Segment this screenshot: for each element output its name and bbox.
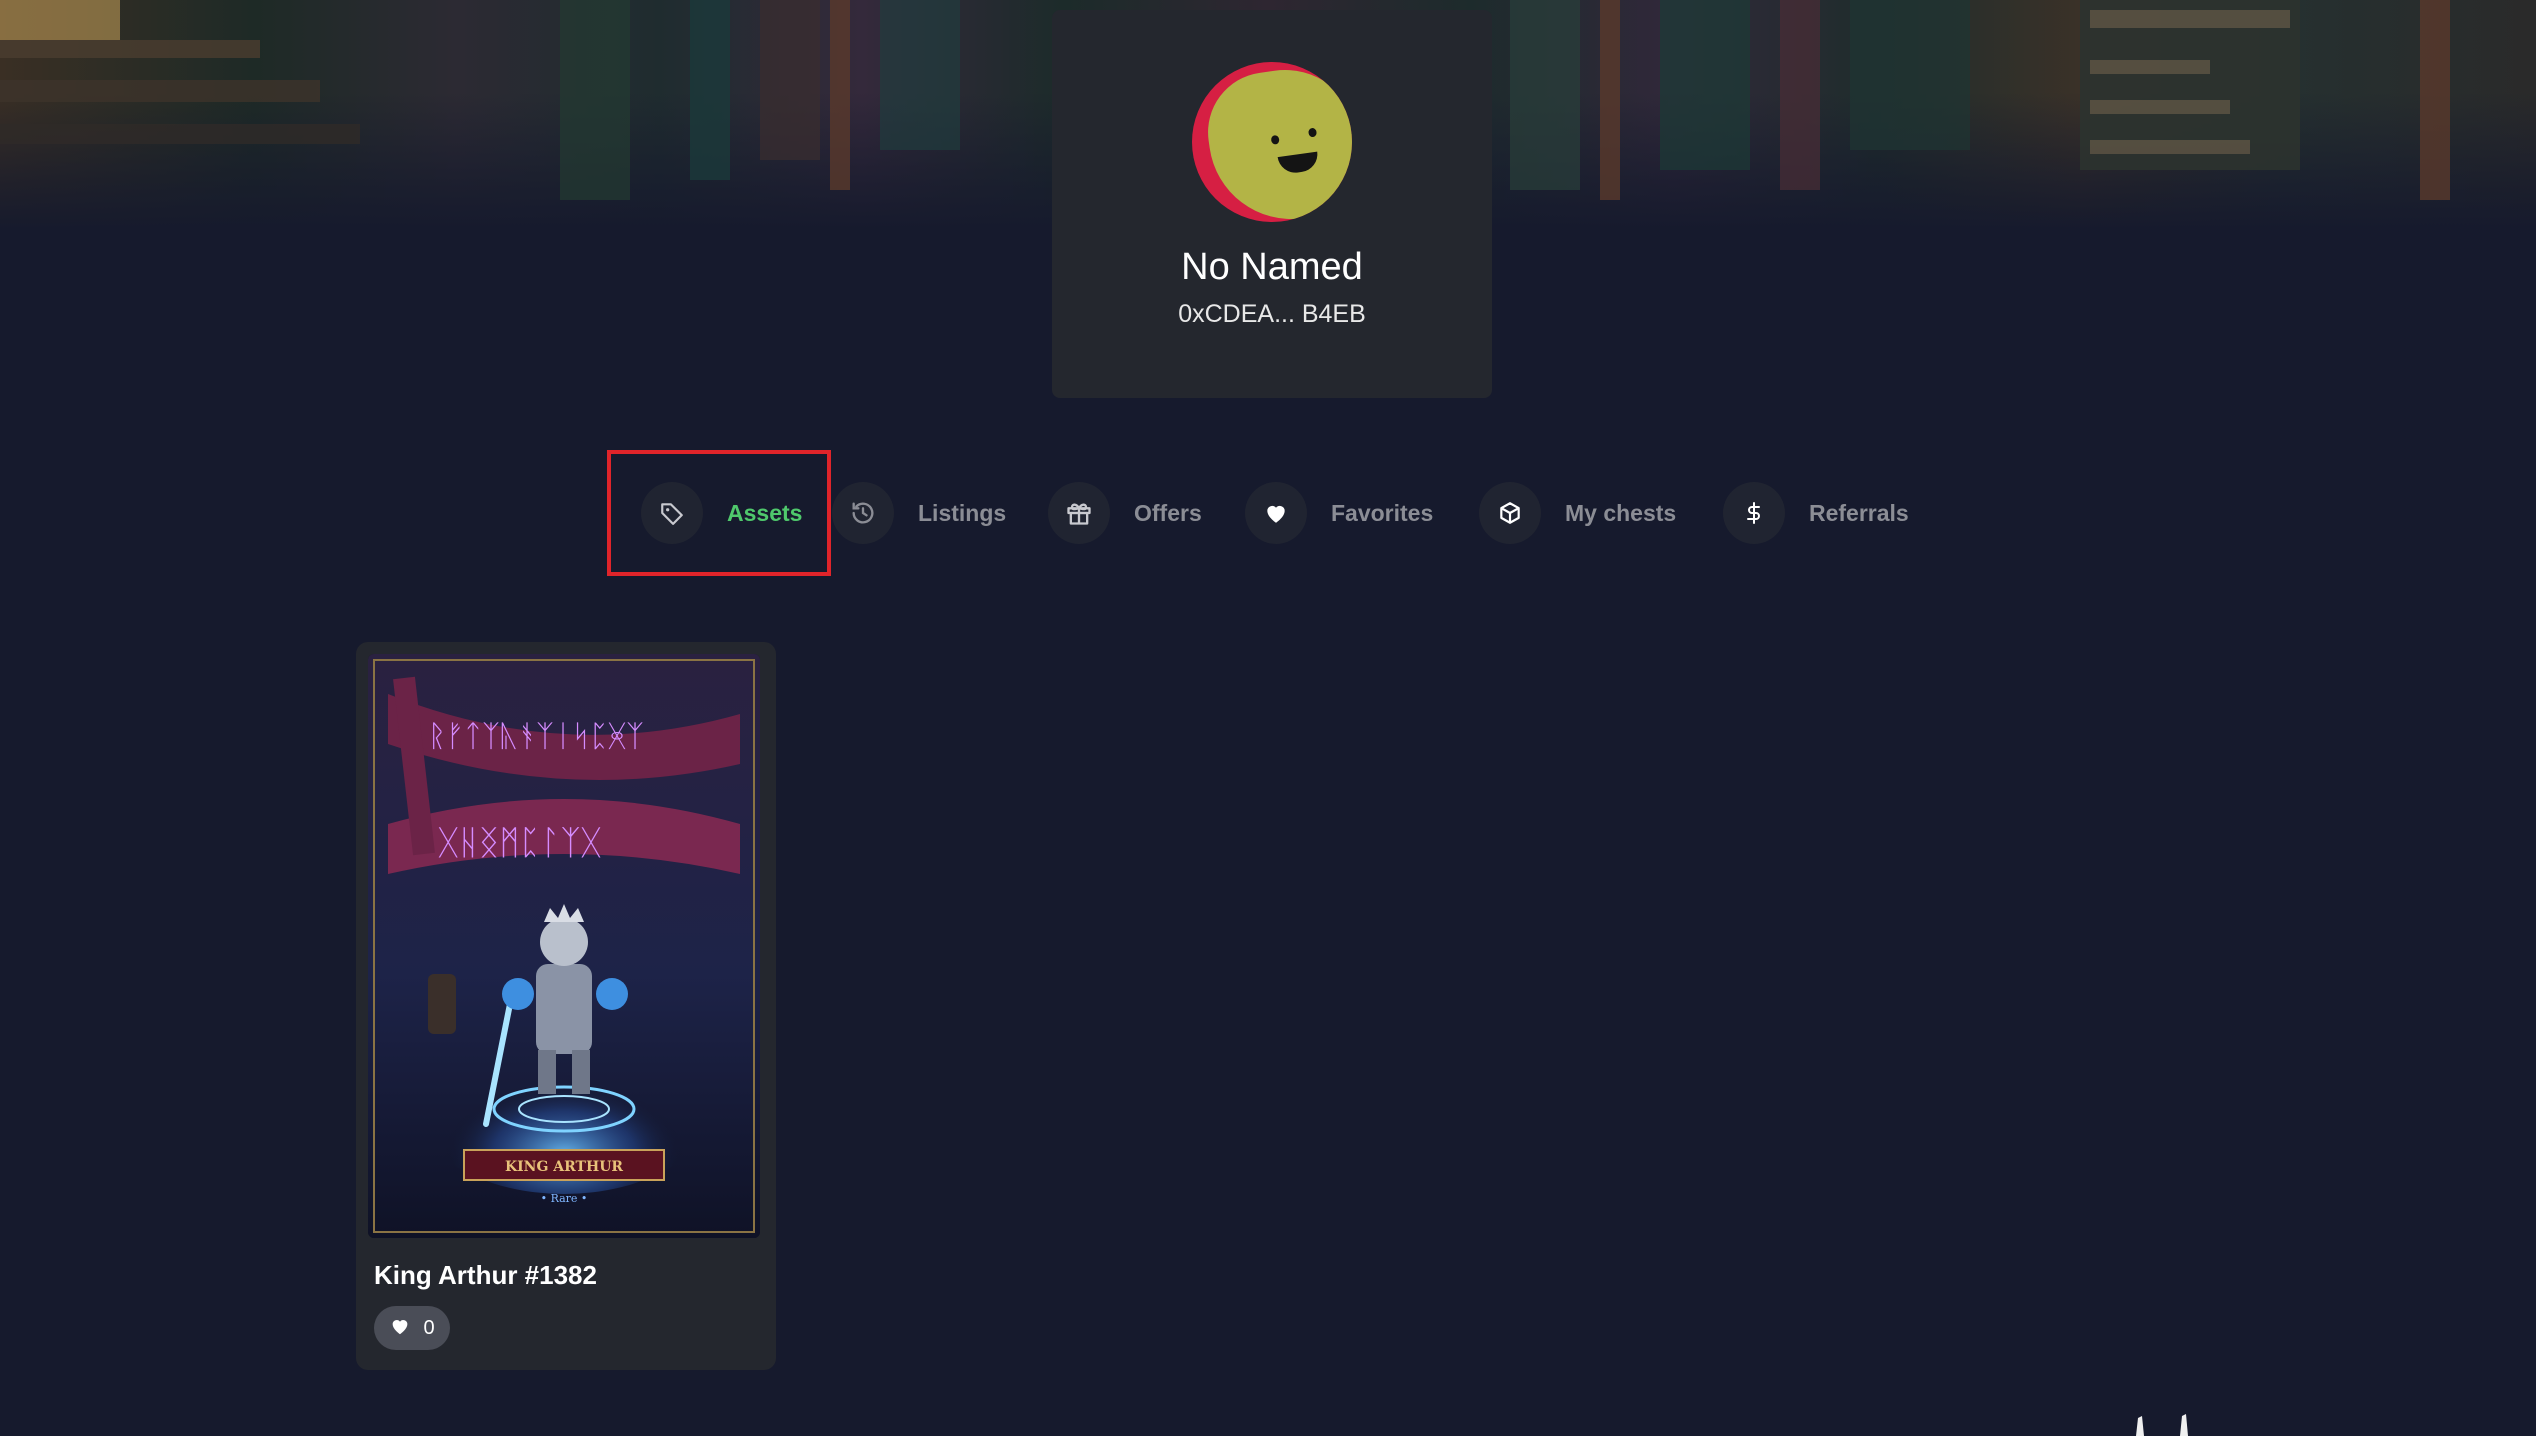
dollar-icon bbox=[1723, 482, 1785, 544]
tab-referrals[interactable]: Referrals bbox=[1723, 450, 1909, 576]
like-button[interactable]: 0 bbox=[374, 1306, 450, 1350]
tab-favorites-label: Favorites bbox=[1331, 499, 1434, 526]
avatar[interactable] bbox=[1192, 62, 1352, 222]
tab-favorites[interactable]: Favorites bbox=[1245, 450, 1433, 576]
tab-my-chests[interactable]: My chests bbox=[1479, 450, 1676, 576]
tab-offers[interactable]: Offers bbox=[1048, 450, 1202, 576]
asset-card[interactable]: ᚱᚠᛏᛉᚣᚬᛉᛁᛋᛈᚸᛉ ᚷᚺᛝᛗᛈᛚᛉᚷ KING ARTHUR • Rare… bbox=[356, 642, 776, 1370]
svg-text:ᚱᚠᛏᛉᚣᚬᛉᛁᛋᛈᚸᛉ: ᚱᚠᛏᛉᚣᚬᛉᛁᛋᛈᚸᛉ bbox=[428, 719, 644, 754]
heart-icon bbox=[1245, 482, 1307, 544]
tab-listings[interactable]: Listings bbox=[832, 450, 1006, 576]
tab-listings-label: Listings bbox=[918, 499, 1007, 526]
heart-icon bbox=[389, 1315, 411, 1342]
card-art-rarity: • Rare • bbox=[541, 1192, 588, 1205]
profile-card: No Named 0xCDEA... B4EB bbox=[1052, 10, 1492, 398]
avatar-face bbox=[1200, 62, 1352, 222]
profile-name: No Named bbox=[1181, 246, 1363, 288]
cube-icon bbox=[1479, 482, 1541, 544]
clock-icon bbox=[832, 482, 894, 544]
asset-image[interactable]: ᚱᚠᛏᛉᚣᚬᛉᛁᛋᛈᚸᛉ ᚷᚺᛝᛗᛈᛚᛉᚷ KING ARTHUR • Rare… bbox=[368, 654, 760, 1238]
profile-page: No Named 0xCDEA... B4EB Assets Listings bbox=[0, 0, 2536, 1436]
tab-referrals-label: Referrals bbox=[1809, 499, 1909, 526]
king-arthur-card-art: ᚱᚠᛏᛉᚣᚬᛉᛁᛋᛈᚸᛉ ᚷᚺᛝᛗᛈᛚᛉᚷ KING ARTHUR • Rare… bbox=[368, 654, 760, 1238]
asset-title[interactable]: King Arthur #1382 bbox=[374, 1260, 597, 1291]
card-art-banner: KING ARTHUR bbox=[505, 1159, 623, 1175]
wallet-address[interactable]: 0xCDEA... B4EB bbox=[1052, 300, 1492, 329]
decorative-mark bbox=[2136, 1414, 2188, 1436]
like-count: 0 bbox=[423, 1316, 435, 1339]
tab-my-chests-label: My chests bbox=[1565, 499, 1677, 526]
selection-highlight bbox=[607, 450, 831, 576]
tab-offers-label: Offers bbox=[1134, 499, 1202, 526]
gift-icon bbox=[1048, 482, 1110, 544]
svg-text:ᚷᚺᛝᛗᛈᛚᛉᚷ: ᚷᚺᛝᛗᛈᛚᛉᚷ bbox=[438, 823, 601, 863]
